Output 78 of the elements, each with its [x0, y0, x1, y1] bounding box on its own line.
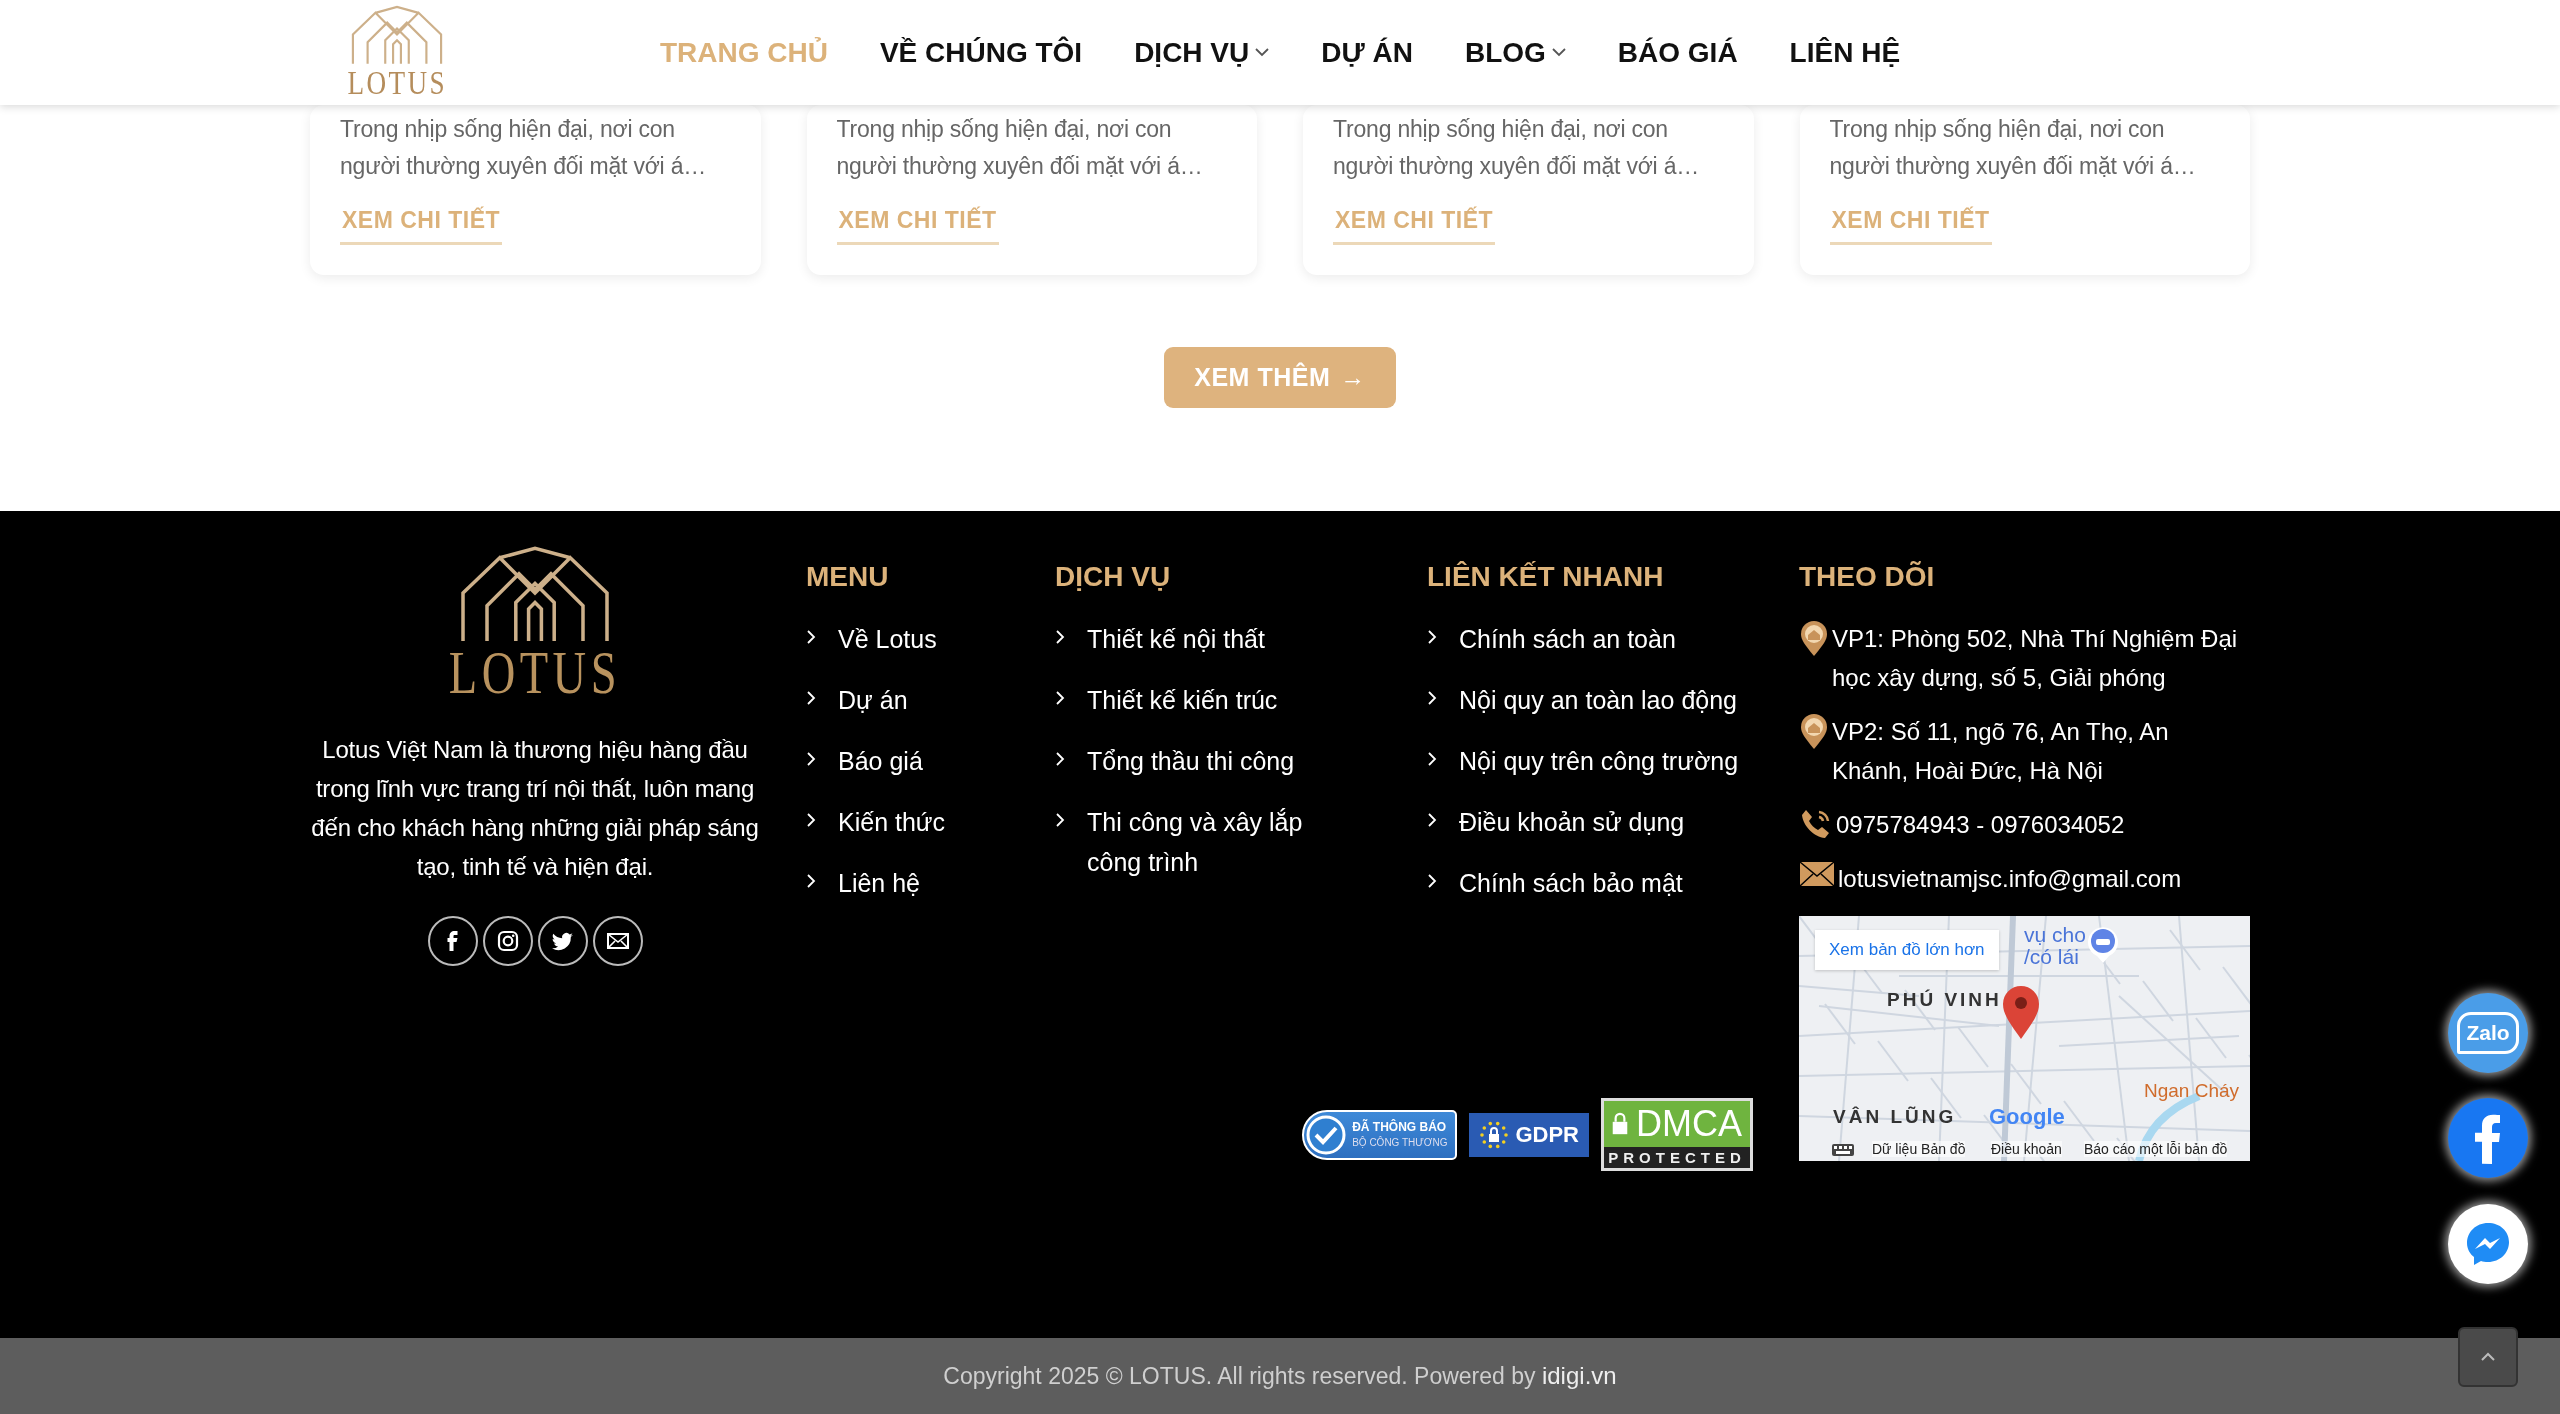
chevron-icon — [1055, 629, 1065, 645]
footer-link[interactable]: Điều khoản sử dụng — [1427, 802, 1753, 842]
footer-link[interactable]: Chính sách bảo mật — [1427, 863, 1753, 903]
chevron-icon — [1427, 751, 1437, 767]
footer-link[interactable]: Kiến thức — [806, 802, 1009, 842]
footer-link[interactable]: Dự án — [806, 680, 1009, 720]
logo-text: LOTUS — [448, 640, 622, 705]
footer-link[interactable]: Thi công và xây lắp công trình — [1055, 802, 1381, 882]
chevron-icon — [806, 751, 816, 767]
column-heading: LIÊN KẾT NHANH — [1427, 561, 1665, 593]
nav-link[interactable]: DỰ ÁN — [1321, 36, 1413, 69]
chevron-icon — [806, 690, 816, 706]
chevron-icon — [1427, 690, 1437, 706]
chevron-icon — [806, 812, 816, 828]
chevron-icon — [1055, 751, 1065, 767]
footer-link[interactable]: Liên hệ — [806, 863, 1009, 903]
column-heading: THEO DÕI — [1799, 561, 1936, 593]
post-excerpt: Trong nhịp sống hiện đại, nơi con người thường xuyên đối mặt với á… — [1333, 115, 1701, 181]
post-excerpt: Trong nhịp sống hiện đại, nơi con người thường xuyên đối mặt với á… — [340, 115, 708, 181]
footer-link[interactable]: Chính sách an toàn — [1427, 619, 1753, 659]
map-label: PHÚ VINH — [1887, 989, 2002, 1011]
contact-text: VP1: Phòng 502, Nhà Thí Nghiệm Đại học xây dựng, số 5, Giải phóng — [1832, 624, 2239, 693]
credit-link[interactable]: idigi.vn — [1541, 1362, 1617, 1389]
post-excerpt: Trong nhịp sống hiện đại, nơi con người thường xuyên đối mặt với á… — [836, 115, 1204, 181]
check-seal-icon — [1306, 1114, 1347, 1155]
map-footer-link[interactable]: Dữ liệu Bản đồ — [1872, 1141, 1966, 1157]
footer-link[interactable]: Về Lotus — [806, 619, 1009, 659]
map-label: vụ cho — [2024, 923, 2086, 947]
chevron-icon — [1427, 629, 1437, 645]
post-excerpt: Trong nhịp sống hiện đại, nơi con người thường xuyên đối mặt với á… — [1829, 115, 2197, 181]
map-footer-link[interactable]: Báo cáo một lỗi bản đồ — [2084, 1141, 2228, 1157]
lock-stars-icon — [1479, 1119, 1510, 1150]
contact-text: lotusvietnamjsc.info@gmail.com — [1838, 864, 2182, 894]
facebook-icon — [446, 931, 459, 952]
contact-text: 0975784943 - 0976034052 — [1836, 810, 2125, 840]
messenger-icon — [2464, 1220, 2512, 1268]
mail-icon — [1799, 861, 1835, 887]
mail-button[interactable] — [592, 916, 643, 967]
about-text: Lotus Việt Nam là thương hiệu hàng đầu trong lĩnh vực trang trí nội thất, luôn mang đến cho khách hàng những giải pháp sáng tạo, tinh tế và hiện đại. — [310, 735, 760, 883]
footer-link[interactable]: Thiết kế nội thất — [1055, 619, 1381, 659]
map-label: VÂN LŨNG — [1833, 1106, 1957, 1128]
copyright-text: Copyright 2025 © LOTUS. All rights reserved. Powered by idigi.vn — [943, 1362, 1617, 1390]
nav-link[interactable]: VỀ CHÚNG TÔI — [879, 36, 1083, 69]
column-heading: DỊCH VỤ — [1055, 561, 1172, 593]
location-pin-icon — [1799, 714, 1829, 750]
footer-link[interactable]: Nội quy an toàn lao động — [1427, 680, 1753, 720]
nav-link[interactable]: BLOG — [1464, 36, 1566, 69]
map-label: Ngan Cháy — [2144, 1080, 2240, 1102]
keyboard-icon — [1832, 1144, 1854, 1156]
contact-text: VP2: Số 11, ngõ 76, An Thọ, An Khánh, Hoài Đức, Hà Nội — [1832, 717, 2170, 786]
chevron-icon — [1427, 873, 1437, 889]
nav-link[interactable]: LIÊN HỆ — [1789, 36, 1901, 69]
chevron-icon — [806, 873, 816, 889]
dmca-badge[interactable]: DMCA PROTECTED — [1601, 1098, 1753, 1171]
nav-link[interactable]: BÁO GIÁ — [1617, 36, 1738, 69]
location-pin-icon — [1799, 621, 1829, 657]
column-heading: MENU — [806, 561, 890, 593]
map-pin-icon — [2001, 984, 2041, 1040]
instagram-button[interactable] — [482, 916, 533, 967]
gdpr-badge[interactable]: GDPR — [1469, 1112, 1589, 1157]
footer-link[interactable]: Nội quy trên công trường — [1427, 741, 1753, 781]
map-brand-text: Google — [1989, 1104, 2065, 1130]
footer-link[interactable]: Tổng thầu thi công — [1055, 741, 1381, 781]
caret-up-icon — [2480, 1352, 2496, 1362]
chevron-icon — [806, 629, 816, 645]
footer-link[interactable]: Thiết kế kiến trúc — [1055, 680, 1381, 720]
nav-link[interactable]: DỊCH VỤ — [1134, 36, 1270, 69]
chevron-icon — [1427, 812, 1437, 828]
larger-map-link[interactable]: Xem bản đồ lớn hơn — [1815, 930, 1999, 970]
chevron-icon — [1055, 690, 1065, 706]
chevron-icon — [1055, 812, 1065, 828]
registered-badge[interactable]: ĐÃ THÔNG BÁO BỘ CÔNG THƯƠNG — [1302, 1109, 1458, 1160]
map-footer-link[interactable]: Điều khoản — [1991, 1141, 2062, 1157]
facebook-button[interactable] — [427, 916, 478, 967]
twitter-button[interactable] — [537, 916, 588, 967]
footer-link[interactable]: Báo giá — [806, 741, 1009, 781]
facebook-icon — [2473, 1112, 2503, 1164]
map-label: /có lái — [2024, 945, 2079, 969]
